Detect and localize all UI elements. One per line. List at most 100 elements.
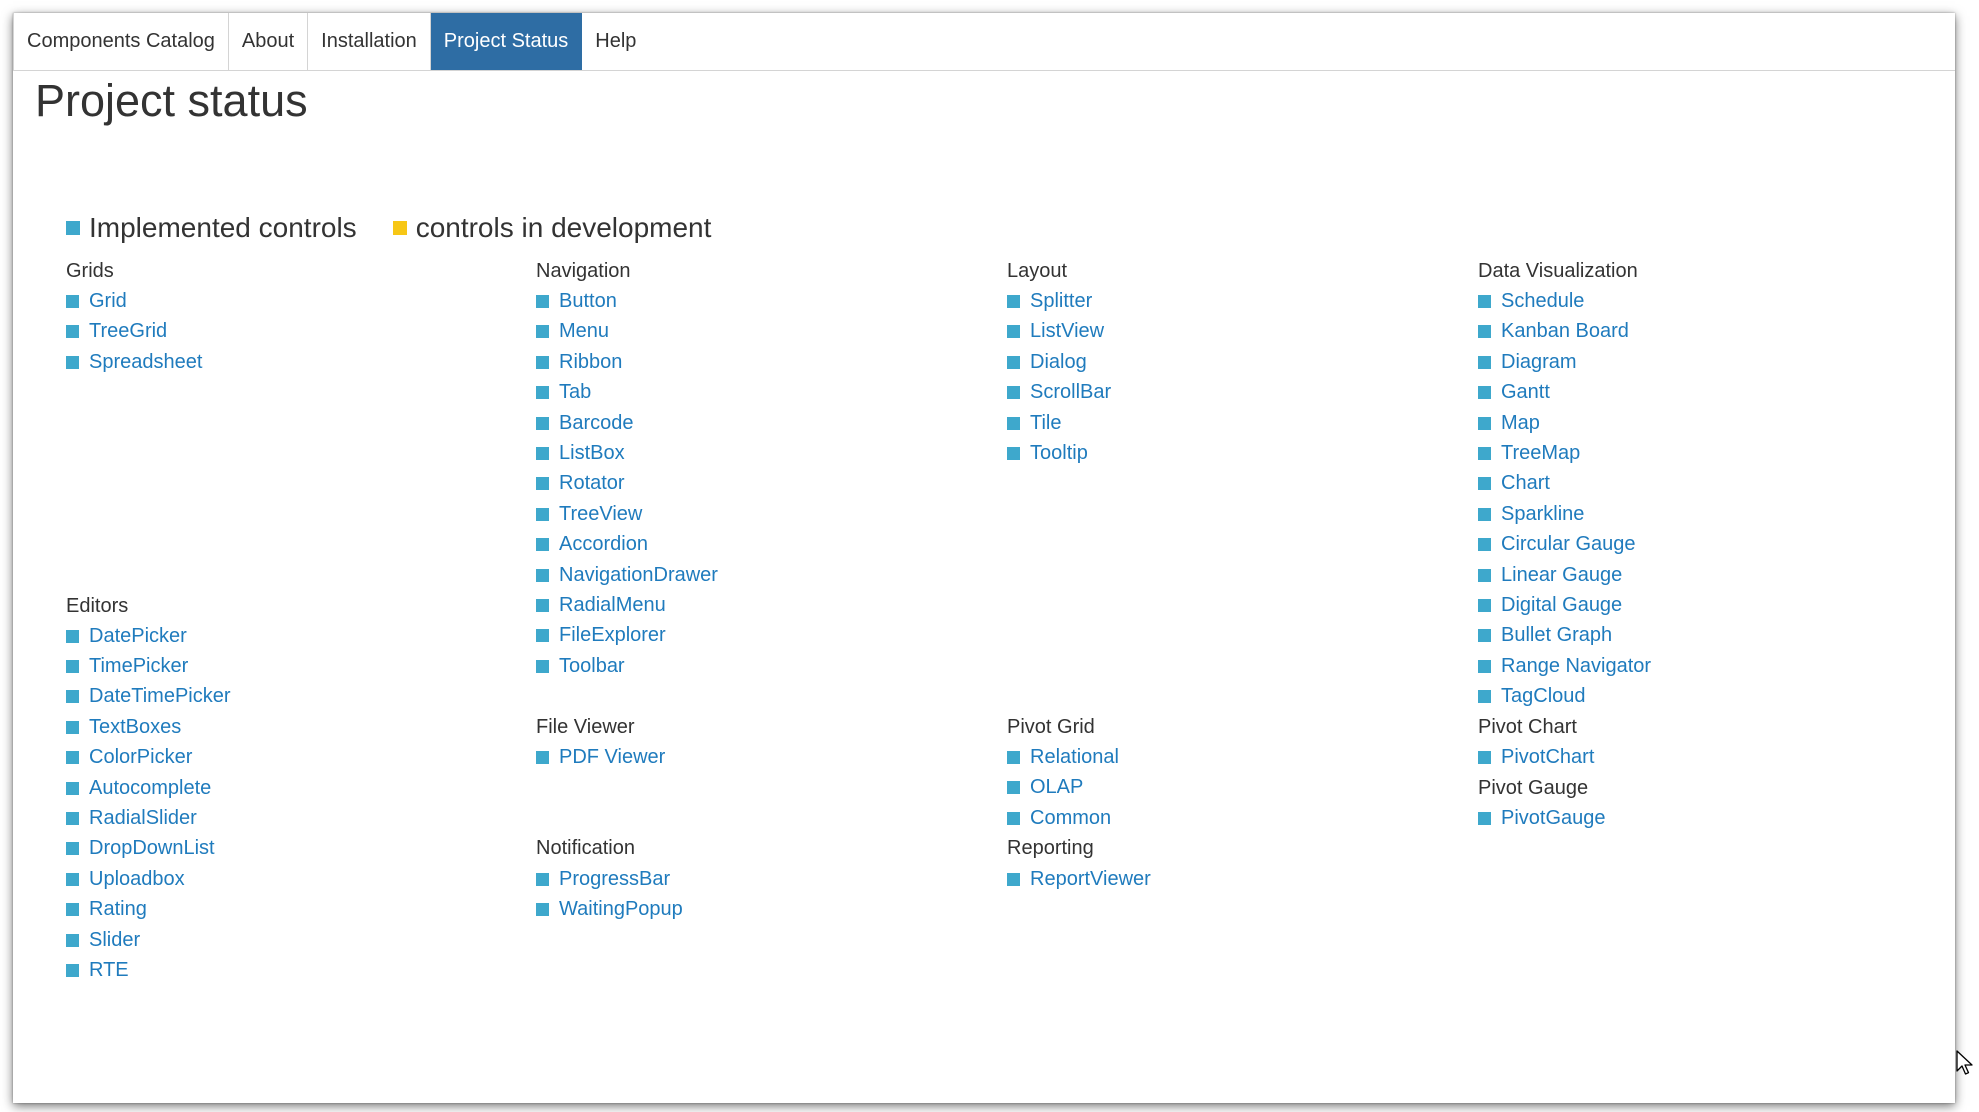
- implemented-square-icon: [536, 872, 549, 886]
- implemented-square-icon: [536, 416, 549, 430]
- control-link[interactable]: Rotator: [536, 469, 976, 499]
- control-link[interactable]: ProgressBar: [536, 864, 976, 894]
- control-link[interactable]: Tile: [1007, 408, 1447, 438]
- tab-help[interactable]: Help: [582, 13, 649, 70]
- control-link-label: PDF Viewer: [559, 745, 666, 768]
- control-link[interactable]: Slider: [66, 925, 506, 955]
- implemented-square-icon: [66, 325, 79, 339]
- control-link[interactable]: Common: [1007, 803, 1447, 833]
- tab-project-status[interactable]: Project Status: [430, 13, 583, 70]
- control-link[interactable]: Map: [1478, 408, 1918, 438]
- control-link[interactable]: Autocomplete: [66, 773, 506, 803]
- control-link[interactable]: OLAP: [1007, 773, 1447, 803]
- control-link[interactable]: Splitter: [1007, 286, 1447, 316]
- control-link[interactable]: Toolbar: [536, 651, 976, 681]
- implemented-square-icon: [1007, 447, 1020, 461]
- group-title: Pivot Chart: [1478, 715, 1577, 738]
- control-link[interactable]: DropDownList: [66, 834, 506, 864]
- control-link[interactable]: Rating: [66, 894, 506, 924]
- implemented-square-icon: [536, 538, 549, 552]
- control-link-label: Common: [1030, 806, 1112, 829]
- control-link-label: NavigationDrawer: [559, 563, 718, 586]
- control-link-label: Menu: [559, 320, 610, 343]
- control-link-label: Dialog: [1030, 350, 1087, 373]
- implemented-square-icon: [1007, 751, 1020, 764]
- control-link[interactable]: Tooltip: [1007, 438, 1447, 468]
- control-link[interactable]: TimePicker: [66, 651, 506, 681]
- control-link-label: Linear Gauge: [1501, 563, 1623, 586]
- tab-about[interactable]: About: [229, 13, 309, 70]
- control-link-label: Button: [559, 290, 617, 313]
- implemented-square-icon: [66, 720, 79, 734]
- control-link[interactable]: RTE: [66, 955, 506, 985]
- control-link-label: ListBox: [559, 442, 625, 465]
- control-link[interactable]: TreeView: [536, 499, 976, 529]
- implemented-square-icon: [536, 902, 549, 916]
- control-link[interactable]: Circular Gauge: [1478, 530, 1918, 560]
- control-link[interactable]: Menu: [536, 317, 976, 347]
- control-link[interactable]: TextBoxes: [66, 712, 506, 742]
- control-link[interactable]: FileExplorer: [536, 621, 976, 651]
- control-link[interactable]: TreeGrid: [66, 317, 506, 347]
- control-link[interactable]: ReportViewer: [1007, 864, 1447, 894]
- tab-components-catalog[interactable]: Components Catalog: [13, 13, 229, 70]
- control-link[interactable]: DatePicker: [66, 621, 506, 651]
- control-link[interactable]: PivotChart: [1478, 742, 1918, 772]
- implemented-square-icon: [66, 751, 79, 765]
- control-link[interactable]: Barcode: [536, 408, 976, 438]
- implemented-square-icon: [66, 903, 79, 917]
- control-link[interactable]: ListView: [1007, 317, 1447, 347]
- control-link[interactable]: TagCloud: [1478, 681, 1918, 711]
- implemented-square-icon: [536, 507, 549, 521]
- control-link-label: OLAP: [1030, 776, 1084, 799]
- control-link[interactable]: WaitingPopup: [536, 894, 976, 924]
- control-link[interactable]: NavigationDrawer: [536, 560, 976, 590]
- implemented-square-icon: [1478, 507, 1491, 521]
- control-link[interactable]: Schedule: [1478, 286, 1918, 316]
- control-link[interactable]: DateTimePicker: [66, 682, 506, 712]
- control-link[interactable]: Dialog: [1007, 347, 1447, 377]
- tab-installation[interactable]: Installation: [308, 13, 431, 70]
- control-link-label: Splitter: [1030, 290, 1093, 313]
- control-link-label: Rating: [89, 898, 147, 921]
- legend-implemented: Implemented controls: [66, 212, 357, 244]
- group-title: File Viewer: [536, 715, 635, 738]
- control-link[interactable]: Relational: [1007, 742, 1447, 772]
- control-link[interactable]: Kanban Board: [1478, 317, 1918, 347]
- control-link[interactable]: ScrollBar: [1007, 378, 1447, 408]
- control-link[interactable]: Range Navigator: [1478, 651, 1918, 681]
- control-link[interactable]: ColorPicker: [66, 743, 506, 773]
- control-link[interactable]: Diagram: [1478, 347, 1918, 377]
- control-link[interactable]: PDF Viewer: [536, 742, 976, 772]
- control-link[interactable]: PivotGauge: [1478, 803, 1918, 833]
- implemented-square-icon: [536, 295, 549, 309]
- control-link[interactable]: Accordion: [536, 530, 976, 560]
- control-link-label: DatePicker: [89, 624, 187, 647]
- control-link[interactable]: ListBox: [536, 438, 976, 468]
- group-pivot-gauge: Pivot Gauge PivotGauge: [1478, 773, 1918, 834]
- control-link[interactable]: Button: [536, 286, 976, 316]
- control-link[interactable]: Linear Gauge: [1478, 560, 1918, 590]
- implemented-square-icon: [66, 933, 79, 947]
- implemented-square-icon: [1478, 538, 1491, 552]
- control-link[interactable]: RadialMenu: [536, 590, 976, 620]
- control-link[interactable]: RadialSlider: [66, 803, 506, 833]
- group-title: Reporting: [1007, 837, 1094, 860]
- control-link[interactable]: Sparkline: [1478, 499, 1918, 529]
- control-link[interactable]: Ribbon: [536, 347, 976, 377]
- control-link[interactable]: Digital Gauge: [1478, 590, 1918, 620]
- control-link[interactable]: Gantt: [1478, 378, 1918, 408]
- implemented-square-icon: [1478, 477, 1491, 491]
- control-link-label: Bullet Graph: [1501, 624, 1613, 647]
- implemented-square-icon: [536, 598, 549, 612]
- implemented-square-icon: [536, 447, 549, 461]
- implemented-square-icon: [1478, 690, 1491, 704]
- control-link[interactable]: Grid: [66, 286, 506, 316]
- control-link[interactable]: Spreadsheet: [66, 347, 506, 377]
- implemented-square-icon: [536, 386, 549, 400]
- control-link[interactable]: Tab: [536, 378, 976, 408]
- control-link[interactable]: Uploadbox: [66, 864, 506, 894]
- control-link[interactable]: Bullet Graph: [1478, 621, 1918, 651]
- control-link[interactable]: Chart: [1478, 469, 1918, 499]
- control-link[interactable]: TreeMap: [1478, 438, 1918, 468]
